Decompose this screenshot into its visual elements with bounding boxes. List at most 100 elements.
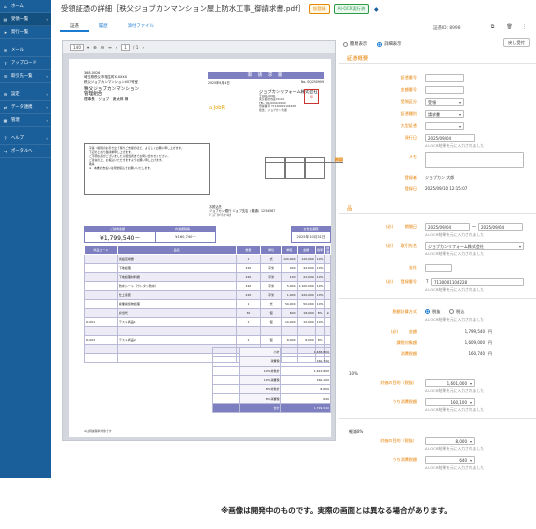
field-label: 証憑種別 [400,110,417,116]
help-icon: ? [4,135,7,141]
tag-icon[interactable]: ◆ [374,6,379,13]
taxable-label: 課税対象額 [396,339,417,345]
sidebar-item[interactable]: ⇪ アップロード [0,57,51,70]
sidebar-item[interactable]: ➤ 発行一覧 [0,26,51,39]
tab-document[interactable]: 証憑 [60,20,89,32]
detail-view-radio[interactable]: 詳細表示 [377,41,401,47]
fit-icon[interactable]: ↔ [108,45,112,50]
more-icon[interactable]: ⋮ [520,22,529,31]
next-page-icon[interactable]: › [142,45,144,50]
table-cell: 10% [314,281,326,291]
zoom-input[interactable]: 140 [70,43,84,51]
memo-textarea[interactable] [425,152,524,168]
chevron-right-icon: › [46,104,48,110]
prev-page-icon[interactable]: ‹ [116,45,118,50]
divider [339,213,536,214]
table-cell: 10,000 [296,317,316,327]
page-total: / 1 [133,44,139,50]
sidebar-item[interactable]: ⌂ ホーム [0,0,51,13]
period-to-input[interactable]: 2025/09/04 [478,222,523,231]
table-cell: 個 [260,335,283,345]
table-cell: 産業廃棄物処理 [116,299,237,309]
summary-field-row: 大型証憑 [339,121,536,130]
sidebar-item-label: 受領一覧 [11,17,29,22]
table-cell: 下地処理材料費 [116,272,237,282]
table-cell [84,344,118,354]
rate10-taxable-input[interactable]: 1,601,000 [425,378,475,387]
approval-stamp-box: 担当 [265,157,343,179]
total-box-values: ¥1,799,540－ ¥160,740－ [85,232,215,243]
sidebar-item[interactable]: → ポータルへ [0,145,51,158]
pdf-viewer[interactable]: 140 ▾ ⊕ ⊖ ↔ ‹ 1 / 1 › 368-0026 埼玉県秩父市相生町X… [62,40,343,441]
summary-label: 合計 [239,402,282,414]
rate8-tax-input[interactable]: 640 [425,455,475,464]
address-book-icon: ☰ [3,73,8,79]
table-cell [84,326,118,336]
sidebar-item[interactable]: ☰ 取引先一覧 › [0,70,51,83]
summary-row: 合計 1,799,540 [211,402,331,414]
mail-icon: ✉ [3,47,8,53]
field-select[interactable]: 受領 [425,97,464,106]
table-cell: 1 [235,299,262,309]
yen-unit: 円 [488,339,492,345]
rate10-title: 10% [349,371,358,376]
table-cell: 8% [314,308,326,318]
tax-inclusive-radio[interactable]: 税込 [449,309,464,315]
ai-hint: AI-OCR結果を元に入力されました [425,251,485,256]
partner-select[interactable]: ジョブカンリフォーム株式会社 [425,241,524,250]
table-cell [84,353,118,363]
tab-attachments[interactable]: 添付ファイル [118,20,164,32]
page-input[interactable]: 1 [121,43,131,51]
tab-bar: 証憑 履歴 添付ファイル [60,20,326,32]
tax-exclusive-radio[interactable]: 税抜 [425,309,440,315]
field-input[interactable] [425,85,464,94]
summary-spacer [211,346,241,358]
branch-label: 支社 [408,264,417,270]
table-cell [324,290,331,300]
trash-icon[interactable]: 🗑 [505,22,514,31]
summary-label: 10%消費税 [239,374,282,386]
rate10-taxable-row: 対価の目的（税抜） 1,601,000 [339,378,536,387]
chevron-right-icon: › [46,117,48,123]
table-cell: 600 [281,308,298,318]
rate10-tax-input[interactable]: 160,100 [425,397,475,406]
copy-icon[interactable]: ⧉ [488,22,497,31]
sidebar-item[interactable]: ▦ 管理 › [0,114,51,127]
section-summary-title: 証憑概要 [347,56,369,62]
viewer-toolbar: 140 ▾ ⊕ ⊖ ↔ ‹ 1 / 1 › [63,41,335,53]
summary-value: 1,612,800 [280,365,331,376]
table-cell: 120,000 [296,254,316,264]
registrant-value: ジョブカン 大郎 [425,174,455,180]
summary-field-row: 受領区分 受領 [339,97,536,106]
simple-view-radio[interactable]: 簡易表示 [343,41,367,47]
tab-history[interactable]: 履歴 [89,20,118,32]
zoom-dropdown-icon[interactable]: ▾ [87,45,89,50]
period-from-input[interactable]: 2025/09/04 [425,222,470,231]
sidebar-item[interactable]: ? ヘルプ › [0,132,51,145]
field-input[interactable] [425,73,464,82]
column-header: 商品コード [84,245,118,255]
total-head-label: ご請求金額 [109,227,125,231]
taxable-value: 1,609,000 [464,340,485,345]
sidebar-item[interactable]: ⚙ 設定 › [0,88,51,101]
issue-date-input[interactable]: 2025/09/04 [425,133,475,142]
radio-dot [343,41,348,47]
table-cell: 平米 [260,263,283,273]
table-cell: ※ [324,308,331,318]
zoom-in-icon[interactable]: ⊕ [93,45,97,50]
field-select[interactable] [425,121,464,130]
regno-input[interactable]: 7130001104228 [431,277,524,286]
zoom-out-icon[interactable]: ⊖ [101,45,105,50]
rate8-taxable-input[interactable]: 8,000 [425,436,475,445]
bank-line: ｼﾞｮﾌﾞｶﾝﾘﾌｫｰﾑ(ｶ [209,213,231,218]
field-select[interactable]: 請求書 [425,109,464,118]
branch-input[interactable] [425,263,452,272]
invoice-sender-address: 368-0026 埼玉県秩父市相生町X-XXXX 秩父ジョブカンマンション407号室 [84,71,138,84]
sidebar-item[interactable]: ▤ 受領一覧 › [0,13,51,26]
sidebar-item[interactable]: ✉ メール [0,44,51,57]
chevron-right-icon: › [46,91,48,97]
bank-info: お振込先 ジョブカン銀行 ジョブ支店（普通）1234567 ｼﾞｮﾌﾞｶﾝﾘﾌｫｰﾑ… [209,205,275,217]
gear-icon: ⚙ [3,91,8,97]
sidebar-item[interactable]: ⇄ データ連携 › [0,101,51,114]
summary-label: 消費税 [239,356,282,367]
